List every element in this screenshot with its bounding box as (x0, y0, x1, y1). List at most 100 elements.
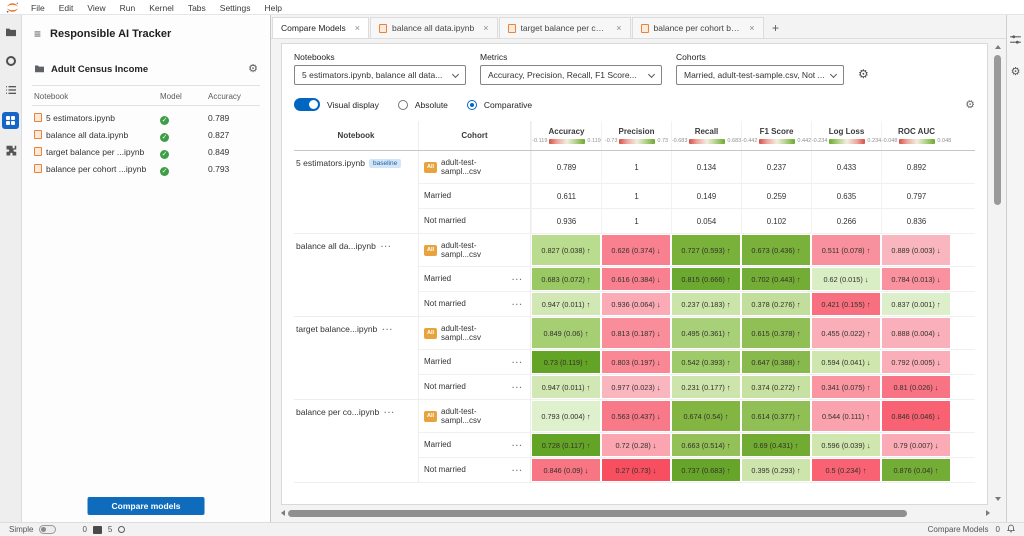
metric-header-recall: Recall-0.6830.683 (671, 121, 741, 150)
tab-balance-all-data-ipynb[interactable]: balance all data.ipynb× (370, 17, 498, 38)
cohort-more-options[interactable]: ··· (512, 358, 530, 367)
scroll-right-icon[interactable] (986, 510, 990, 516)
horizontal-scrollbar[interactable] (281, 507, 990, 519)
cohort-more-options[interactable]: ··· (512, 275, 530, 284)
file-browser-icon[interactable] (4, 25, 18, 39)
cohorts-dropdown[interactable]: Married, adult-test-sample.csv, Not ... (676, 65, 844, 85)
metric-value: 0.455 (0.022) (821, 329, 864, 338)
down-arrow-icon: ↓ (935, 441, 939, 450)
project-settings-gear-icon[interactable]: ⚙ (248, 64, 258, 75)
up-arrow-icon: ↑ (587, 300, 591, 309)
scroll-down-icon[interactable] (995, 497, 1001, 501)
notebook-list-item[interactable]: balance all data.ipynb✓0.827 (34, 126, 258, 143)
menu-run[interactable]: Run (113, 3, 143, 13)
cohort-more-options[interactable]: ··· (512, 383, 530, 392)
cohort-more-options[interactable]: ··· (512, 441, 530, 450)
metric-cell-log-loss: 0.62 (0.015)↓ (811, 267, 881, 291)
bell-icon[interactable] (1007, 524, 1015, 535)
tab-compare-models[interactable]: Compare Models× (272, 17, 369, 38)
color-settings-icon[interactable]: ⚙ (963, 97, 977, 113)
metric-value: 0.836 (907, 217, 927, 226)
metric-label: ROC AUC (898, 127, 935, 136)
absolute-radio[interactable] (398, 100, 408, 110)
metric-value: 0.977 (0.023) (611, 383, 654, 392)
notebooks-dropdown[interactable]: 5 estimators.ipynb, balance all data... (294, 65, 466, 85)
notebook-list-item[interactable]: target balance per ...ipynb✓0.849 (34, 143, 258, 160)
metric-cell-accuracy: 0.849 (0.06)↑ (531, 317, 601, 349)
cohorts-label: Cohorts (676, 52, 844, 62)
notebook-name-text: balance per cohort ...ipynb (46, 164, 146, 174)
menu-view[interactable]: View (80, 3, 112, 13)
notebook-more-options[interactable]: ··· (382, 325, 393, 334)
metric-value: 1 (634, 192, 638, 201)
menu-file[interactable]: File (24, 3, 52, 13)
table-of-contents-icon[interactable] (4, 83, 18, 97)
cohort-more-options[interactable]: ··· (512, 466, 530, 475)
metric-cell-recall: 0.674 (0.54)↑ (671, 400, 741, 432)
metric-cell-precision: 0.813 (0.187)↓ (601, 317, 671, 349)
model-registered-check-icon: ✓ (160, 133, 169, 142)
notebook-list-item[interactable]: 5 estimators.ipynb✓0.789 (34, 109, 258, 126)
tab-balance-per-cohort-both-ipyn[interactable]: balance per cohort both.ipyn× (632, 17, 764, 38)
cohort-more-options[interactable]: ··· (512, 300, 530, 309)
cohort-cell: Not married (419, 209, 531, 233)
menu-tabs[interactable]: Tabs (181, 3, 213, 13)
menu-help[interactable]: Help (258, 3, 289, 13)
metric-range: -0.6830.683 (672, 138, 741, 144)
up-arrow-icon: ↑ (867, 300, 871, 309)
new-tab-button[interactable]: + (765, 17, 787, 38)
notebook-more-options[interactable]: ··· (384, 408, 395, 417)
cohort-settings-gear-icon[interactable]: ⚙ (858, 67, 869, 81)
notebook-more-options[interactable]: ··· (381, 242, 392, 251)
metric-cell-roc-auc: 0.792 (0.005)↓ (881, 350, 951, 374)
metric-cell-roc-auc: 0.888 (0.004)↓ (881, 317, 951, 349)
menu-edit[interactable]: Edit (52, 3, 81, 13)
close-icon[interactable]: × (749, 23, 754, 33)
group-rows: Alladult-test-sampl...csv0.793 (0.004)↑0… (419, 400, 975, 483)
running-kernels-icon[interactable] (4, 54, 18, 68)
menu-kernel[interactable]: Kernel (142, 3, 181, 13)
notebooks-dropdown-value: 5 estimators.ipynb, balance all data... (302, 70, 446, 80)
property-inspector-icon[interactable] (1010, 31, 1021, 49)
metric-cell-accuracy: 0.846 (0.09)↓ (531, 458, 601, 482)
close-icon[interactable]: × (616, 23, 621, 33)
project-row[interactable]: Adult Census Income ⚙ (22, 42, 270, 85)
metric-value: 0.889 (0.003) (891, 246, 934, 255)
metric-header-accuracy: Accuracy-0.1190.119 (531, 121, 601, 150)
vertical-scrollbar-thumb[interactable] (994, 55, 1001, 205)
metric-cell-roc-auc: 0.81 (0.026)↓ (881, 375, 951, 399)
metric-value: 0.102 (767, 217, 787, 226)
visual-display-toggle[interactable] (294, 98, 320, 111)
close-icon[interactable]: × (483, 23, 488, 33)
close-icon[interactable]: × (355, 23, 360, 33)
up-arrow-icon: ↑ (727, 300, 731, 309)
notebook-list-item[interactable]: balance per cohort ...ipynb✓0.793 (34, 160, 258, 177)
panel-title: Responsible AI Tracker (50, 28, 171, 40)
cohort-cell: Married··· (419, 267, 531, 291)
notebook-name: balance per cohort ...ipynb (34, 164, 160, 174)
metric-value: 0.792 (0.005) (891, 358, 934, 367)
jupyter-logo-icon (4, 1, 20, 13)
scroll-left-icon[interactable] (281, 510, 285, 516)
right-settings-gear-icon[interactable]: ⚙ (1011, 67, 1021, 78)
metrics-dropdown[interactable]: Accuracy, Precision, Recall, F1 Score... (480, 65, 662, 85)
rai-tracker-icon[interactable] (2, 112, 19, 129)
metric-value: 0.635 (837, 192, 857, 201)
metric-cell-f1-score: 0.259 (741, 184, 811, 208)
horizontal-scrollbar-thumb[interactable] (288, 510, 907, 517)
tab-target-balance-per-cohort-ipy[interactable]: target balance per cohort.ipy× (499, 17, 631, 38)
hamburger-menu-icon[interactable]: ≡ (34, 29, 41, 39)
extensions-puzzle-icon[interactable] (4, 144, 18, 158)
metric-cell-log-loss: 0.421 (0.155)↑ (811, 292, 881, 316)
comparative-radio[interactable] (467, 100, 477, 110)
metric-value: 0.813 (0.187) (611, 329, 654, 338)
vertical-scrollbar[interactable] (992, 45, 1003, 501)
compare-models-button[interactable]: Compare models (88, 497, 205, 515)
metric-cell-accuracy: 0.611 (531, 184, 601, 208)
menu-settings[interactable]: Settings (213, 3, 258, 13)
notebook-cell: 5 estimators.ipynbbaseline (294, 151, 419, 234)
cohort-name: Married (424, 440, 482, 449)
simple-mode-toggle[interactable] (39, 525, 56, 534)
up-arrow-icon: ↑ (797, 412, 801, 421)
metric-cell-log-loss: 0.455 (0.022)↑ (811, 317, 881, 349)
